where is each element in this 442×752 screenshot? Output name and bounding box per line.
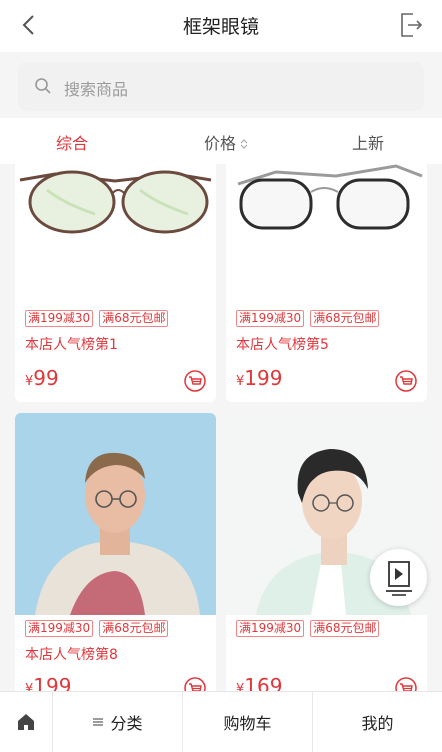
sort-default[interactable]: 综合 [56,130,88,154]
page-title: 框架眼镜 [182,16,259,38]
add-to-cart-icon[interactable] [184,677,206,691]
add-to-cart-icon[interactable] [395,370,417,392]
promo-tag: 满199减30 [236,310,305,327]
product-price: ¥169 [236,674,283,691]
sort-price[interactable]: 价格 [204,130,248,154]
tab-cart[interactable]: 购物车 [183,692,312,752]
sort-arrows-icon [240,138,248,149]
exit-icon[interactable] [398,11,424,39]
tab-category-label: 分类 [110,714,143,733]
product-name: 本店人气榜第5 [236,337,329,353]
product-card[interactable]: 满199减30 满68元包邮 本店人气榜第8 ¥199 [15,413,216,691]
video-play-icon [386,561,412,596]
home-icon [18,714,34,730]
promo-tags: 满199减30 满68元包邮 [236,620,380,637]
tab-cart-label: 购物车 [223,714,272,733]
sort-bar: 综合 价格 上新 [0,118,442,164]
product-name: 本店人气榜第8 [25,647,118,663]
sort-new[interactable]: 上新 [352,130,384,154]
promo-tag: 满68元包邮 [99,620,169,637]
search-placeholder: 搜索商品 [64,80,129,99]
search-icon [35,78,51,94]
promo-tag: 满68元包邮 [99,310,169,327]
promo-tag: 满199减30 [25,620,94,637]
product-image [15,164,216,299]
promo-tag: 满68元包邮 [310,620,380,637]
search-input[interactable]: 搜索商品 [18,62,424,111]
product-card[interactable]: 满199减30 满68元包邮 本店人气榜第5 ¥199 [226,164,427,402]
product-image [226,164,427,299]
add-to-cart-icon[interactable] [395,677,417,691]
video-float-button[interactable] [370,549,427,606]
promo-tags: 满199减30 满68元包邮 [25,310,169,327]
tab-mine[interactable]: 我的 [313,692,442,752]
menu-icon [93,718,104,726]
product-grid: 满199减30 满68元包邮 本店人气榜第1 ¥99 满199减30 满68元包… [0,164,442,691]
product-price: ¥199 [25,674,72,691]
product-name: 本店人气榜第1 [25,337,118,353]
sort-price-label: 价格 [204,134,237,153]
promo-tag: 满199减30 [25,310,94,327]
product-price: ¥199 [236,366,283,390]
tab-category[interactable]: 分类 [53,692,182,752]
product-image [15,413,216,615]
promo-tag: 满68元包邮 [310,310,380,327]
product-price: ¥99 [25,366,59,390]
promo-tag: 满199减30 [236,620,305,637]
tab-home[interactable] [0,692,52,752]
top-bar: 框架眼镜 [0,0,442,52]
tab-mine-label: 我的 [361,714,394,733]
promo-tags: 满199减30 满68元包邮 [236,310,380,327]
add-to-cart-icon[interactable] [184,370,206,392]
bottom-tab-bar: 分类 购物车 我的 [0,691,442,752]
promo-tags: 满199减30 满68元包邮 [25,620,169,637]
product-card[interactable]: 满199减30 满68元包邮 本店人气榜第1 ¥99 [15,164,216,402]
